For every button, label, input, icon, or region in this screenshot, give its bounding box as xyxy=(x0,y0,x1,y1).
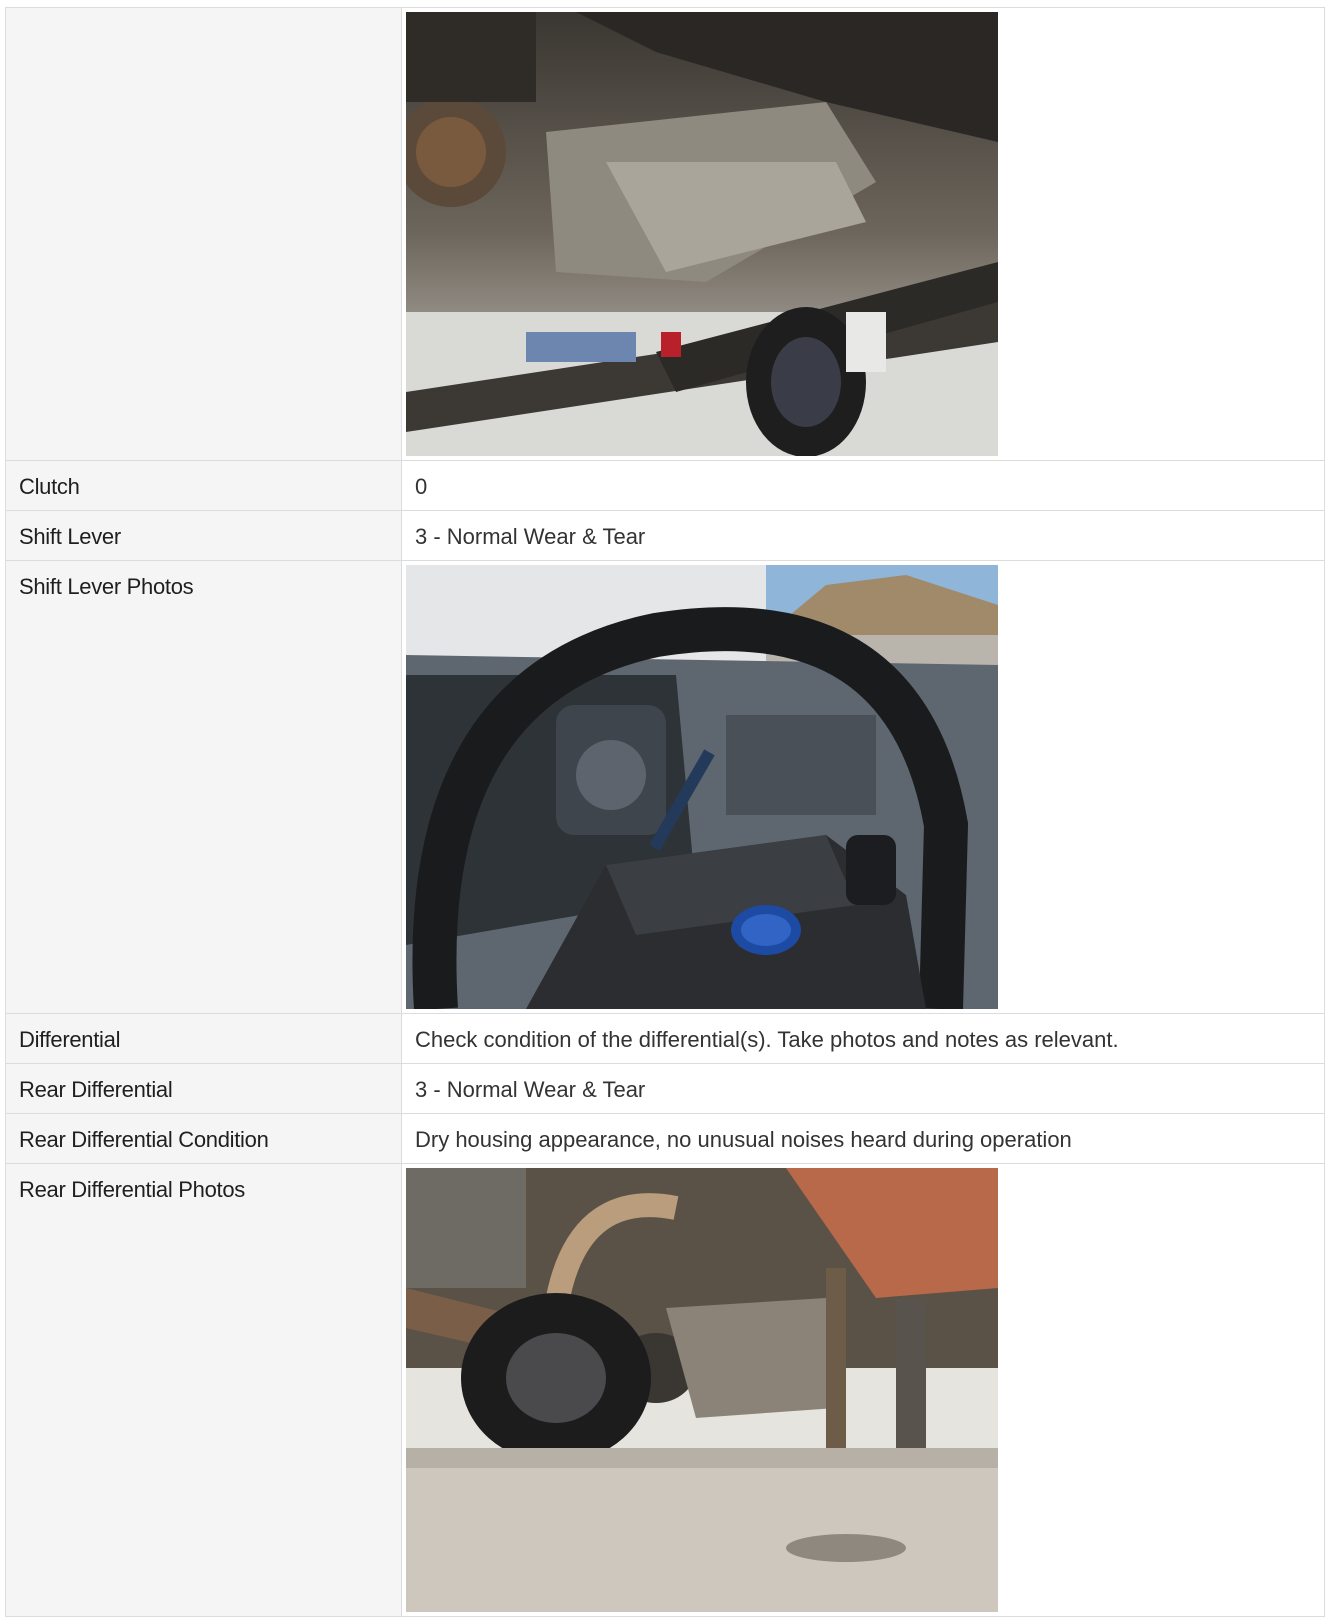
row-label: Rear Differential xyxy=(19,1077,173,1102)
undercarriage-transmission-photo[interactable] xyxy=(406,12,998,456)
row-label-cell: Rear Differential Condition xyxy=(5,1113,402,1164)
row-label: Rear Differential Condition xyxy=(19,1127,269,1152)
row-value: 3 - Normal Wear & Tear xyxy=(415,1077,646,1102)
rear-differential-photo[interactable] xyxy=(406,1168,998,1612)
row-value-cell xyxy=(401,560,1325,1014)
row-value-cell xyxy=(401,1163,1325,1617)
table-row-transmission-photo xyxy=(5,7,1325,461)
steering-wheel-shift-lever-photo[interactable] xyxy=(406,565,998,1009)
table-row-clutch: Clutch 0 xyxy=(5,460,1325,511)
row-label-cell: Shift Lever xyxy=(5,510,402,561)
row-label: Shift Lever Photos xyxy=(19,574,194,599)
row-label: Clutch xyxy=(19,474,80,499)
row-value: 3 - Normal Wear & Tear xyxy=(415,524,646,549)
row-label: Rear Differential Photos xyxy=(19,1177,245,1202)
row-label: Differential xyxy=(19,1027,121,1052)
row-value-cell xyxy=(401,7,1325,461)
row-value: Dry housing appearance, no unusual noise… xyxy=(415,1127,1072,1152)
row-label: Shift Lever xyxy=(19,524,121,549)
table-row-rear-differential-photos: Rear Differential Photos xyxy=(5,1163,1325,1617)
row-label-cell: Differential xyxy=(5,1013,402,1064)
inspection-table: Clutch 0 Shift Lever 3 - Normal Wear & T… xyxy=(5,7,1325,1617)
row-value-cell: Check condition of the differential(s). … xyxy=(401,1013,1325,1064)
table-row-shift-lever: Shift Lever 3 - Normal Wear & Tear xyxy=(5,510,1325,561)
table-row-differential: Differential Check condition of the diff… xyxy=(5,1013,1325,1064)
row-value: Check condition of the differential(s). … xyxy=(415,1027,1119,1052)
row-label xyxy=(6,8,401,21)
table-row-rear-differential-condition: Rear Differential Condition Dry housing … xyxy=(5,1113,1325,1164)
row-value: 0 xyxy=(415,474,428,499)
table-row-rear-differential: Rear Differential 3 - Normal Wear & Tear xyxy=(5,1063,1325,1114)
row-label-cell: Clutch xyxy=(5,460,402,511)
row-label-cell xyxy=(5,7,402,461)
row-value-cell: 3 - Normal Wear & Tear xyxy=(401,510,1325,561)
row-label-cell: Shift Lever Photos xyxy=(5,560,402,1014)
row-label-cell: Rear Differential Photos xyxy=(5,1163,402,1617)
row-value-cell: 3 - Normal Wear & Tear xyxy=(401,1063,1325,1114)
table-row-shift-lever-photos: Shift Lever Photos xyxy=(5,560,1325,1014)
row-value-cell: 0 xyxy=(401,460,1325,511)
row-value-cell: Dry housing appearance, no unusual noise… xyxy=(401,1113,1325,1164)
row-label-cell: Rear Differential xyxy=(5,1063,402,1114)
